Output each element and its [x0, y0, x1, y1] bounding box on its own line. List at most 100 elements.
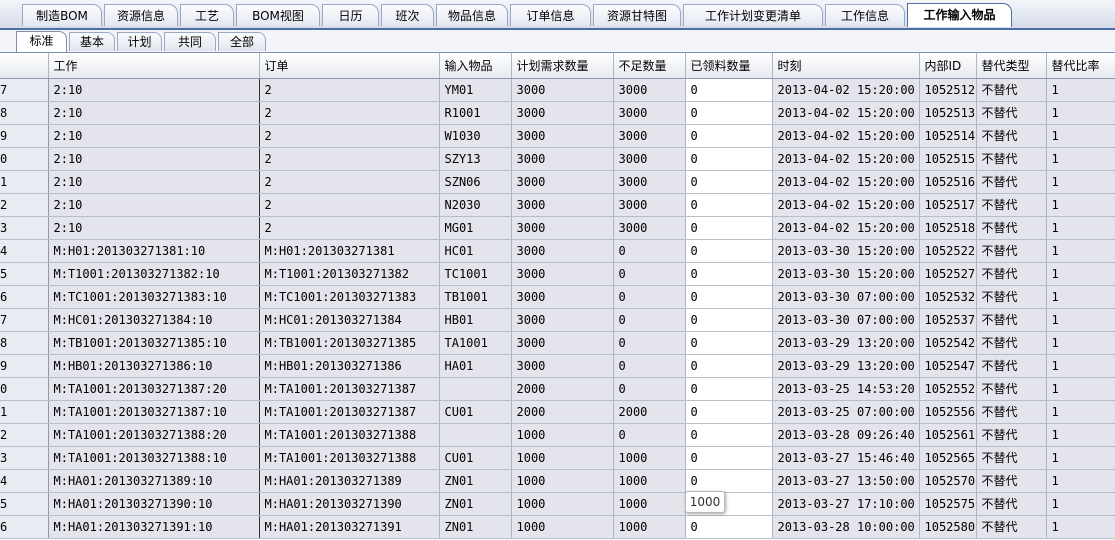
- col-time-header[interactable]: 时刻: [772, 53, 920, 79]
- internal-id-cell: 1052518: [919, 216, 977, 240]
- shortage-qty-cell: 0: [613, 354, 686, 378]
- issued-qty-cell[interactable]: 0: [685, 400, 773, 424]
- issued-qty-cell[interactable]: 0: [685, 515, 773, 539]
- sub-tab-2[interactable]: 计划: [117, 32, 162, 51]
- table-row[interactable]: 8 2:10 2 R1001 3000 3000 0 2013-04-02 15:20:00 1…: [0, 101, 1115, 125]
- top-tab-5[interactable]: 班次: [381, 4, 434, 26]
- top-tab-7[interactable]: 订单信息: [510, 4, 591, 26]
- substitute-ratio-cell: 1: [1046, 262, 1115, 286]
- job-cell: 2:10: [48, 170, 260, 194]
- table-row[interactable]: 7 M:HC01:201303271384:10 M:HC01:2013032713…: [0, 308, 1115, 332]
- col-order-header[interactable]: 订单: [259, 53, 440, 79]
- sub-tab-4[interactable]: 全部: [218, 32, 266, 51]
- job-cell: M:HB01:201303271386:10: [48, 354, 260, 378]
- time-cell: 2013-03-29 13:20:00: [772, 331, 920, 355]
- col-shortage-qty-header[interactable]: 不足数量: [613, 53, 686, 79]
- table-row[interactable]: 7 2:10 2 YM01 3000 3000 0 2013-04-02 15:20:00 10…: [0, 78, 1115, 102]
- order-cell: M:H01:201303271381: [259, 239, 440, 263]
- issued-qty-cell[interactable]: 0: [685, 101, 773, 125]
- issued-qty-cell[interactable]: 0: [685, 469, 773, 493]
- row-number: 3: [0, 216, 49, 240]
- job-cell: M:H01:201303271381:10: [48, 239, 260, 263]
- table-row[interactable]: 4 M:H01:201303271381:10 M:H01:201303271381…: [0, 239, 1115, 263]
- top-tab-6[interactable]: 物品信息: [436, 4, 508, 26]
- col-substitute-ratio-header[interactable]: 替代比率: [1046, 53, 1115, 79]
- issued-qty-cell[interactable]: 0: [685, 193, 773, 217]
- col-input-item-header[interactable]: 输入物品: [439, 53, 512, 79]
- substitute-type-cell: 不替代: [976, 446, 1047, 470]
- issued-qty-cell[interactable]: 0: [685, 285, 773, 309]
- table-row[interactable]: 6 M:TC1001:201303271383:10 M:TC1001:201303…: [0, 285, 1115, 309]
- substitute-ratio-cell: 1: [1046, 400, 1115, 424]
- cell-tooltip: 1000: [685, 491, 725, 513]
- row-number: 1: [0, 170, 49, 194]
- top-tab-11[interactable]: 工作输入物品: [907, 3, 1012, 27]
- table-row[interactable]: 9 M:HB01:201303271386:10 M:HB01:2013032713…: [0, 354, 1115, 378]
- table-row[interactable]: 0 M:TA1001:201303271387:20 M:TA1001:201303…: [0, 377, 1115, 401]
- issued-qty-cell[interactable]: 0: [685, 262, 773, 286]
- top-tab-0[interactable]: 制造BOM: [22, 4, 102, 26]
- col-substitute-type-header[interactable]: 替代类型: [976, 53, 1047, 79]
- col-issued-qty-header[interactable]: 已领料数量: [685, 53, 773, 79]
- issued-qty-cell[interactable]: 0: [685, 78, 773, 102]
- issued-qty-cell[interactable]: 0: [685, 124, 773, 148]
- sub-tab-1[interactable]: 基本: [69, 32, 115, 51]
- substitute-type-cell: 不替代: [976, 78, 1047, 102]
- top-tab-8[interactable]: 资源甘特图: [593, 4, 681, 26]
- table-row[interactable]: 5 M:T1001:201303271382:10 M:T1001:20130327…: [0, 262, 1115, 286]
- internal-id-cell: 1052565: [919, 446, 977, 470]
- sub-tab-3[interactable]: 共同: [164, 32, 216, 51]
- table-row[interactable]: 0 2:10 2 SZY13 3000 3000 0 2013-04-02 15:20:00 1…: [0, 147, 1115, 171]
- order-cell: 2: [259, 101, 440, 125]
- table-row[interactable]: 6 M:HA01:201303271391:10 M:HA01:2013032713…: [0, 515, 1115, 539]
- row-number: 2: [0, 423, 49, 447]
- substitute-type-cell: 不替代: [976, 377, 1047, 401]
- issued-qty-cell[interactable]: 0: [685, 354, 773, 378]
- job-cell: M:TA1001:201303271387:10: [48, 400, 260, 424]
- table-row[interactable]: 2 2:10 2 N2030 3000 3000 0 2013-04-02 15:20:00 1…: [0, 193, 1115, 217]
- table-row[interactable]: 8 M:TB1001:201303271385:10 M:TB1001:201303…: [0, 331, 1115, 355]
- col-internal-id-header[interactable]: 内部ID: [919, 53, 977, 79]
- issued-qty-cell[interactable]: 0: [685, 446, 773, 470]
- internal-id-cell: 1052561: [919, 423, 977, 447]
- top-tab-3[interactable]: BOM视图: [236, 4, 320, 26]
- table-row[interactable]: 3 2:10 2 MG01 3000 3000 0 2013-04-02 15:20:00 10…: [0, 216, 1115, 240]
- job-cell: M:TB1001:201303271385:10: [48, 331, 260, 355]
- issued-qty-cell[interactable]: 0: [685, 377, 773, 401]
- table-row[interactable]: 4 M:HA01:201303271389:10 M:HA01:2013032713…: [0, 469, 1115, 493]
- issued-qty-cell[interactable]: 0: [685, 147, 773, 171]
- order-cell: 2: [259, 216, 440, 240]
- issued-qty-cell[interactable]: 0: [685, 170, 773, 194]
- time-cell: 2013-03-25 14:53:20: [772, 377, 920, 401]
- top-tab-10[interactable]: 工作信息: [825, 4, 905, 26]
- order-cell: M:TB1001:201303271385: [259, 331, 440, 355]
- top-tab-1[interactable]: 资源信息: [104, 4, 178, 26]
- col-planned-qty-header[interactable]: 计划需求数量: [511, 53, 614, 79]
- issued-qty-cell[interactable]: 0: [685, 308, 773, 332]
- issued-qty-cell[interactable]: 0: [685, 423, 773, 447]
- col-job-header[interactable]: 工作: [48, 53, 260, 79]
- shortage-qty-cell: 0: [613, 308, 686, 332]
- substitute-type-cell: 不替代: [976, 193, 1047, 217]
- internal-id-cell: 1052547: [919, 354, 977, 378]
- table-row[interactable]: 1 M:TA1001:201303271387:10 M:TA1001:201303…: [0, 400, 1115, 424]
- sub-tab-0[interactable]: 标准: [16, 31, 67, 52]
- issued-qty-cell[interactable]: 0: [685, 239, 773, 263]
- input-item-cell: R1001: [439, 101, 512, 125]
- shortage-qty-cell: 0: [613, 377, 686, 401]
- order-cell: M:TA1001:201303271387: [259, 400, 440, 424]
- top-tab-9[interactable]: 工作计划变更清单: [683, 4, 823, 26]
- top-tab-2[interactable]: 工艺: [180, 4, 234, 26]
- row-number: 4: [0, 239, 49, 263]
- order-cell: M:TA1001:201303271388: [259, 423, 440, 447]
- top-tab-4[interactable]: 日历: [322, 4, 379, 26]
- issued-qty-cell[interactable]: 0: [685, 216, 773, 240]
- table-row[interactable]: 3 M:TA1001:201303271388:10 M:TA1001:201303…: [0, 446, 1115, 470]
- row-number: 6: [0, 515, 49, 539]
- substitute-type-cell: 不替代: [976, 124, 1047, 148]
- table-row[interactable]: 9 2:10 2 W1030 3000 3000 0 2013-04-02 15:20:00 1…: [0, 124, 1115, 148]
- table-row[interactable]: 1 2:10 2 SZN06 3000 3000 0 2013-04-02 15:20:00 1…: [0, 170, 1115, 194]
- table-row[interactable]: 2 M:TA1001:201303271388:20 M:TA1001:201303…: [0, 423, 1115, 447]
- issued-qty-cell[interactable]: 0: [685, 331, 773, 355]
- table-row[interactable]: 5 M:HA01:201303271390:10 M:HA01:2013032713…: [0, 492, 1115, 516]
